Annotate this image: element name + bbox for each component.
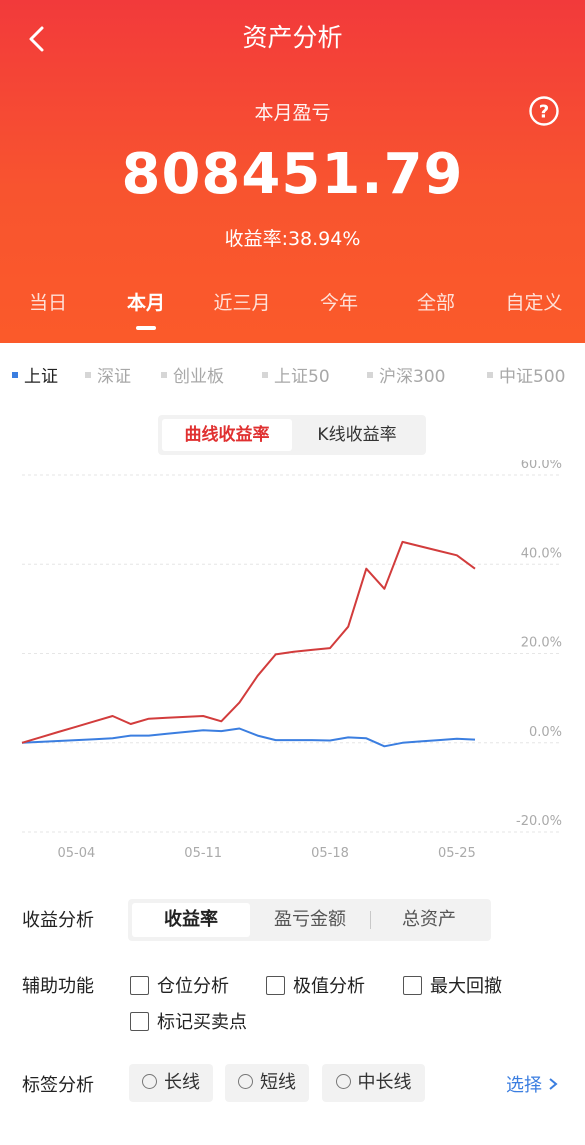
portfolio-yield-line [21, 540, 476, 744]
kline-yield-button[interactable]: K线收益率 [292, 419, 422, 451]
checkbox-icon [403, 975, 422, 995]
index-shanghai[interactable]: 上证 [12, 362, 58, 387]
period-tabs: 当日 本月 近三月 今年 全部 自定义 [0, 288, 585, 330]
yield-rate: 收益率:38.94% [224, 228, 361, 250]
radio-icon [142, 1073, 157, 1089]
tab-three-months[interactable]: 近三月 [213, 288, 270, 315]
index-sse50[interactable]: 上证50 [262, 362, 330, 387]
checkbox-icon [266, 975, 285, 995]
chart-type-toggle: 曲线收益率 K线收益率 [158, 415, 426, 455]
month-profit-label: 本月盈亏 [254, 102, 331, 124]
active-tab-indicator [136, 326, 156, 330]
tab-custom[interactable]: 自定义 [505, 288, 562, 315]
profit-amount-button[interactable]: 盈亏金额 [250, 903, 370, 937]
x-tick-label: 05-04 [57, 846, 95, 861]
x-tick-label: 05-18 [311, 846, 349, 861]
y-tick-label: 0.0% [529, 725, 562, 740]
radio-icon [238, 1073, 253, 1089]
tab-today[interactable]: 当日 [29, 288, 67, 315]
index-yield-line [21, 727, 476, 748]
y-tick-label: 60.0% [521, 460, 562, 472]
position-analysis-checkbox[interactable]: 仓位分析 [130, 972, 229, 998]
radio-icon [335, 1073, 351, 1089]
mark-trades-checkbox[interactable]: 标记买卖点 [130, 1008, 247, 1034]
tab-all[interactable]: 全部 [417, 288, 455, 315]
index-shenzhen[interactable]: 深证 [85, 362, 131, 387]
y-tick-label: -20.0% [516, 814, 562, 829]
y-tick-label: 20.0% [521, 636, 562, 651]
profit-value: 808451.79 [121, 142, 464, 207]
checkbox-icon [130, 975, 149, 995]
tab-this-year[interactable]: 今年 [320, 288, 358, 315]
analysis-label: 收益分析 [22, 910, 94, 931]
svg-text:?: ? [539, 102, 549, 123]
yield-chart: 60.0% 40.0% 20.0% 0.0% -20.0% 05-04 05-11 05-18… [21, 460, 562, 861]
page-title: 资产分析 [242, 23, 343, 52]
curve-yield-button[interactable]: 曲线收益率 [162, 419, 292, 451]
checkbox-icon [130, 1011, 149, 1031]
index-csi500[interactable]: 中证500 [487, 362, 565, 387]
select-link[interactable]: 选择 [506, 1071, 558, 1097]
total-assets-button[interactable]: 总资产 [371, 903, 487, 937]
tag-short-term[interactable]: 短线 [225, 1064, 309, 1102]
y-tick-label: 40.0% [521, 546, 562, 561]
x-tick-label: 05-11 [184, 846, 222, 861]
chevron-right-icon [549, 1078, 558, 1090]
tab-this-month[interactable]: 本月 [127, 288, 165, 315]
analysis-toggle: 收益率 盈亏金额 总资产 [128, 899, 491, 941]
x-tick-label: 05-25 [438, 846, 476, 861]
tag-long-term[interactable]: 长线 [129, 1064, 213, 1102]
tag-mid-long-term[interactable]: 中长线 [322, 1064, 425, 1102]
max-drawdown-checkbox[interactable]: 最大回撤 [403, 972, 502, 998]
index-csi300[interactable]: 沪深300 [367, 362, 445, 387]
question-circle-icon[interactable]: ? [528, 95, 560, 127]
header: 资产分析 本月盈亏 ? 808451.79 收益率:38.94% 当日 本月 近… [0, 0, 585, 343]
tags-label: 标签分析 [22, 1075, 94, 1096]
extreme-analysis-checkbox[interactable]: 极值分析 [266, 972, 365, 998]
yield-rate-button[interactable]: 收益率 [132, 903, 250, 937]
aux-label: 辅助功能 [22, 976, 94, 997]
index-selector: 上证 深证 创业板 上证50 沪深300 中证500 [0, 362, 585, 390]
index-chinext[interactable]: 创业板 [161, 362, 224, 387]
